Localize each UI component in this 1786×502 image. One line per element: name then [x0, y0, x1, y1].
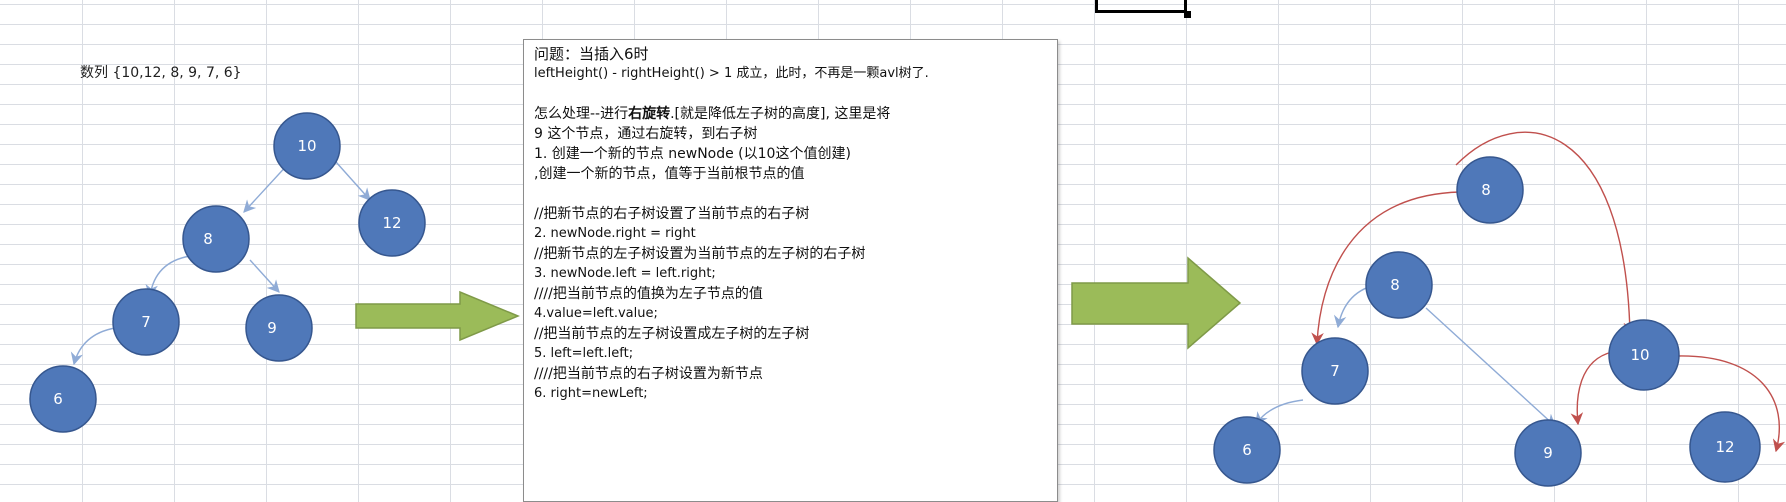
note-line-3 — [534, 84, 1047, 104]
green-arrow-left — [355, 290, 520, 342]
svg-text:8: 8 — [203, 230, 213, 248]
edge-8-to-9 — [249, 259, 280, 293]
note-line-4-pre: 怎么处理--进行 — [534, 106, 629, 122]
note-line-17: ////把当前节点的右子树设置为新节点 — [534, 366, 763, 382]
note-line-4-post: .[就是降低左子树的高度], 这里是将 — [670, 106, 891, 122]
note-line-9: //把新节点的右子树设置了当前节点的右子树 — [534, 206, 810, 222]
note-line-7: ,创建一个新的节点，值等于当前根节点的值 — [534, 166, 805, 182]
left-node-12: 12 — [358, 189, 426, 257]
note-line-13: ////把当前节点的值换为左子节点的值 — [534, 286, 763, 302]
left-node-8: 8 — [182, 205, 250, 273]
svg-text:12: 12 — [382, 214, 401, 232]
right-node-6: 6 — [1213, 416, 1281, 484]
right-node-8: 8 — [1365, 251, 1433, 319]
red-edge-10-to-9 — [1570, 351, 1613, 426]
note-line-16: 5. left=left.left; — [534, 346, 634, 361]
note-line-8 — [534, 184, 1047, 204]
note-line-11: //把新节点的左子树设置为当前节点的左子树的右子树 — [534, 246, 866, 262]
note-line-2: leftHeight() - rightHeight() > 1 成立，此时，不… — [534, 66, 929, 81]
note-line-4-bold: 右旋转 — [628, 106, 671, 122]
green-arrow-right — [1071, 256, 1242, 350]
blue-edge-8-to-9 — [1425, 307, 1556, 427]
right-tree-nodes: 8 8 10 7 6 9 12 — [1213, 156, 1761, 487]
svg-text:6: 6 — [1242, 441, 1252, 459]
right-node-12: 12 — [1689, 411, 1761, 483]
svg-text:9: 9 — [1543, 444, 1553, 462]
svg-text:9: 9 — [267, 319, 277, 337]
note-line-5: 9 这个节点，通过右旋转，到右子树 — [534, 126, 758, 142]
left-node-6: 6 — [29, 365, 97, 433]
note-line-12: 3. newNode.left = left.right; — [534, 266, 716, 281]
note-line-6: 1. 创建一个新的节点 newNode (以10这个值创建) — [534, 146, 851, 162]
svg-text:6: 6 — [53, 390, 63, 408]
note-line-18: 6. right=newLeft; — [534, 386, 648, 401]
right-node-7: 7 — [1301, 337, 1369, 405]
edge-7-to-6 — [70, 327, 116, 366]
svg-text:8: 8 — [1481, 181, 1491, 199]
left-node-10: 10 — [273, 112, 341, 180]
svg-text:7: 7 — [141, 313, 151, 331]
edge-10-to-12 — [335, 161, 371, 201]
right-node-10: 10 — [1608, 319, 1680, 391]
left-tree-nodes: 10 12 8 7 9 6 — [29, 112, 426, 433]
note-line-1: 问题：当插入6时 — [534, 45, 649, 63]
explanation-textbox[interactable]: 问题：当插入6时 leftHeight() - rightHeight() > … — [523, 39, 1058, 502]
left-node-7: 7 — [112, 288, 180, 356]
note-line-15: //把当前节点的左子树设置成左子树的左子树 — [534, 326, 810, 342]
svg-text:8: 8 — [1390, 276, 1400, 294]
svg-text:10: 10 — [1630, 346, 1649, 364]
note-line-4: 怎么处理--进行右旋转.[就是降低左子树的高度], 这里是将 — [534, 104, 1047, 124]
svg-text:12: 12 — [1715, 438, 1734, 456]
right-node-9: 9 — [1514, 419, 1582, 487]
note-line-10: 2. newNode.right = right — [534, 226, 696, 241]
left-node-9: 9 — [245, 294, 313, 362]
note-line-14: 4.value=left.value; — [534, 306, 658, 321]
svg-text:10: 10 — [297, 137, 316, 155]
right-node-8-top: 8 — [1456, 156, 1524, 224]
svg-text:7: 7 — [1330, 362, 1340, 380]
